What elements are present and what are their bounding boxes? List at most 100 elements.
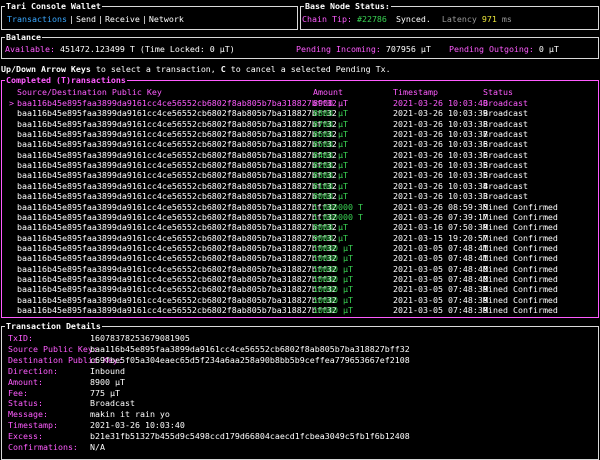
detail-value: Broadcast xyxy=(90,398,135,409)
help-arrow-keys: Up/Down Arrow Keys xyxy=(1,64,91,74)
transaction-timestamp: 2021-03-15 19:20:57 xyxy=(393,232,488,243)
header-amount: Amount xyxy=(313,87,343,97)
transaction-public-key: baa116b45e895faa3899da9161cc4ce56552cb68… xyxy=(17,232,337,243)
tab-network[interactable]: Network xyxy=(149,14,184,25)
transaction-amount: 8500 µT xyxy=(313,139,348,150)
transaction-row[interactable]: baa116b45e895faa3899da9161cc4ce56552cb68… xyxy=(2,202,598,212)
pending-incoming-value: 707956 µT xyxy=(385,44,431,54)
wallet-panel: Tari Console Wallet Transactions | Send | Re… xyxy=(1,1,298,30)
balance-panel: Balance Available: 451472.123499 T (Time… xyxy=(1,32,599,59)
latency-label: Latency xyxy=(441,14,477,24)
transaction-status: Broadcast xyxy=(483,129,528,140)
transaction-status: Broadcast xyxy=(483,149,528,160)
completed-transactions-title: Completed (T)ransactions xyxy=(5,75,127,86)
tab-transactions[interactable]: Transactions xyxy=(7,14,67,25)
transaction-status: Mined Confirmed xyxy=(483,232,558,243)
transaction-row[interactable]: baa116b45e895faa3899da9161cc4ce56552cb68… xyxy=(2,108,598,118)
transaction-row[interactable]: baa116b45e895faa3899da9161cc4ce56552cb68… xyxy=(2,191,598,201)
pending-outgoing-value: 0 µT xyxy=(538,44,559,54)
tab-separator: | xyxy=(97,14,103,24)
transaction-row[interactable]: baa116b45e895faa3899da9161cc4ce56552cb68… xyxy=(2,305,598,315)
detail-row: Source Public Key:baa116b45e895faa3899da… xyxy=(8,344,410,355)
transaction-status: Broadcast xyxy=(483,160,528,171)
detail-value: N/A xyxy=(90,442,105,452)
transaction-status: Broadcast xyxy=(483,108,528,119)
detail-row: Message: makin it rain yo xyxy=(8,409,170,420)
transaction-timestamp: 2021-03-26 10:03:35 xyxy=(393,170,488,181)
transaction-status: Broadcast xyxy=(483,118,528,129)
transaction-row[interactable]: baa116b45e895faa3899da9161cc4ce56552cb68… xyxy=(2,233,598,243)
transaction-status: Broadcast xyxy=(483,170,528,181)
transaction-row[interactable]: baa116b45e895faa3899da9161cc4ce56552cb68… xyxy=(2,253,598,263)
detail-label: Message: xyxy=(8,409,48,420)
transaction-amount: 10000 µT xyxy=(313,284,353,295)
transaction-amount: 8100 µT xyxy=(313,180,348,191)
base-node-panel: Base Node Status: Chain Tip: #22786 Sync… xyxy=(300,1,599,30)
transaction-row[interactable]: baa116b45e895faa3899da9161cc4ce56552cb68… xyxy=(2,181,598,191)
transaction-row[interactable]: > baa116b45e895faa3899da9161cc4ce56552cb6… xyxy=(2,98,598,108)
transaction-public-key: baa116b45e895faa3899da9161cc4ce56552cb68… xyxy=(17,129,337,140)
transaction-row[interactable]: baa116b45e895faa3899da9161cc4ce56552cb68… xyxy=(2,129,598,139)
transaction-row[interactable]: baa116b45e895faa3899da9161cc4ce56552cb68… xyxy=(2,119,598,129)
transaction-status: Mined Confirmed xyxy=(483,242,558,253)
transaction-public-key: baa116b45e895faa3899da9161cc4ce56552cb68… xyxy=(17,253,337,264)
transaction-row[interactable]: baa116b45e895faa3899da9161cc4ce56552cb68… xyxy=(2,243,598,253)
transaction-timestamp: 2021-03-26 10:03:36 xyxy=(393,149,488,160)
transaction-row[interactable]: baa116b45e895faa3899da9161cc4ce56552cb68… xyxy=(2,264,598,274)
wallet-title: Tari Console Wallet xyxy=(5,1,102,12)
transaction-amount: 8300 µT xyxy=(313,170,348,181)
transaction-timestamp: 2021-03-26 10:03:37 xyxy=(393,129,488,140)
tab-receive[interactable]: Receive xyxy=(105,14,140,25)
transaction-timestamp: 2021-03-26 10:03:39 xyxy=(393,108,488,119)
transaction-public-key: baa116b45e895faa3899da9161cc4ce56552cb68… xyxy=(17,305,337,315)
detail-label: Timestamp: xyxy=(8,420,58,431)
transaction-public-key: baa116b45e895faa3899da9161cc4ce56552cb68… xyxy=(17,294,337,305)
help-text: Up/Down Arrow Keys to select a transacti… xyxy=(1,64,391,75)
transaction-timestamp: 2021-03-26 10:03:40 xyxy=(393,98,488,108)
transaction-timestamp: 2021-03-26 07:39:17 xyxy=(393,211,488,222)
detail-row: Direction: Inbound xyxy=(8,366,125,377)
detail-label: Amount: xyxy=(8,376,43,387)
transaction-timestamp: 2021-03-26 10:03:34 xyxy=(393,180,488,191)
detail-value: baa116b45e895faa3899da9161cc4ce56552cb68… xyxy=(90,343,410,354)
pending-outgoing-label: Pending Outgoing: xyxy=(449,44,534,54)
pending-outgoing: Pending Outgoing: 0 µT xyxy=(449,44,559,55)
base-node-title: Base Node Status: xyxy=(304,1,391,12)
transaction-row[interactable]: baa116b45e895faa3899da9161cc4ce56552cb68… xyxy=(2,160,598,170)
transaction-amount: 8800 µT xyxy=(313,108,348,119)
transaction-public-key: baa116b45e895faa3899da9161cc4ce56552cb68… xyxy=(17,211,337,222)
transaction-amount: 1.000000 T xyxy=(313,201,363,212)
transaction-timestamp: 2021-03-05 07:48:41 xyxy=(393,253,488,264)
transaction-row[interactable]: baa116b45e895faa3899da9161cc4ce56552cb68… xyxy=(2,170,598,180)
header-timestamp: Timestamp xyxy=(393,87,438,97)
detail-row: Timestamp: 2021-03-26 10:03:40 xyxy=(8,420,185,431)
transaction-row[interactable]: baa116b45e895faa3899da9161cc4ce56552cb68… xyxy=(2,274,598,284)
pending-incoming-label: Pending Incoming: xyxy=(296,44,381,54)
transaction-row[interactable]: baa116b45e895faa3899da9161cc4ce56552cb68… xyxy=(2,212,598,222)
transaction-amount: 8400 µT xyxy=(313,149,348,160)
transaction-row[interactable]: baa116b45e895faa3899da9161cc4ce56552cb68… xyxy=(2,222,598,232)
transaction-row[interactable]: baa116b45e895faa3899da9161cc4ce56552cb68… xyxy=(2,284,598,294)
detail-label: Confirmations: xyxy=(8,442,78,452)
transaction-row[interactable]: baa116b45e895faa3899da9161cc4ce56552cb68… xyxy=(2,150,598,160)
transaction-row[interactable]: baa116b45e895faa3899da9161cc4ce56552cb68… xyxy=(2,139,598,149)
transaction-row[interactable]: baa116b45e895faa3899da9161cc4ce56552cb68… xyxy=(2,295,598,305)
detail-label: Status: xyxy=(8,398,43,409)
transaction-status: Mined Confirmed xyxy=(483,305,558,315)
transaction-public-key: baa116b45e895faa3899da9161cc4ce56552cb68… xyxy=(17,273,337,284)
detail-label: Source Public Key: xyxy=(8,343,98,354)
transaction-status: Broadcast xyxy=(483,180,528,191)
transaction-timestamp: 2021-03-26 08:59:35 xyxy=(393,201,488,212)
transaction-amount: 8600 µT xyxy=(313,129,348,140)
latency-unit: ms xyxy=(501,14,512,24)
transaction-public-key: baa116b45e895faa3899da9161cc4ce56552cb68… xyxy=(17,222,337,233)
available-balance: Available: 451472.123499 T (Time Locked:… xyxy=(5,44,235,55)
tab-send[interactable]: Send xyxy=(76,14,96,25)
detail-value: b21e31fb51327b455d9c5498ccd179d66804caec… xyxy=(90,431,410,442)
transaction-status: Broadcast xyxy=(483,98,528,108)
tab-separator: | xyxy=(68,14,74,24)
detail-value: 8900 µT xyxy=(90,376,125,387)
transaction-status: Mined Confirmed xyxy=(483,253,558,264)
sync-status: Synced. xyxy=(395,14,431,24)
header-status: Status xyxy=(483,87,513,97)
